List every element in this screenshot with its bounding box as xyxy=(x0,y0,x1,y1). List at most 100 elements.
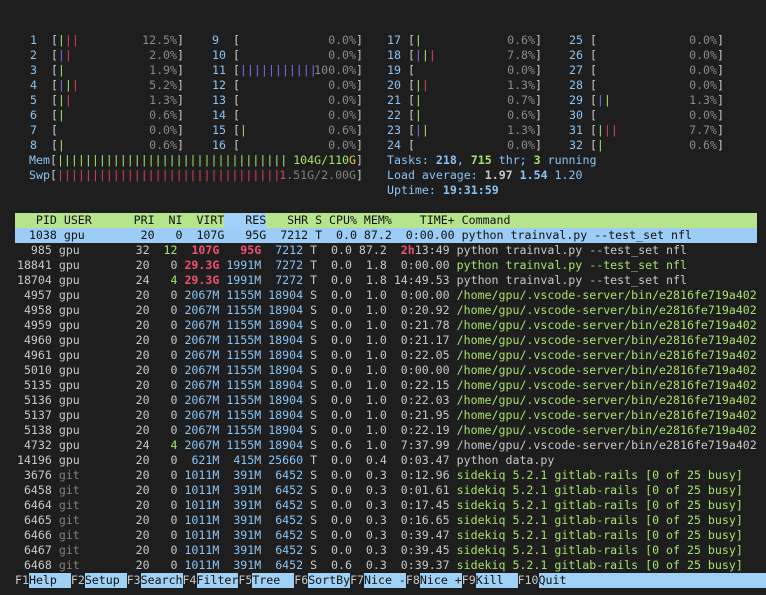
process-row[interactable]: 4959 gpu 20 0 2067M 1155M 18904 S 0.0 1.0 0:21.78 /… xyxy=(10,318,766,333)
cpu-bar: | xyxy=(415,93,507,108)
cpu-bar-segment: | xyxy=(603,93,611,107)
cell-cmd: sidekiq 5.2.1 gitlab-rails [0 of 25 busy… xyxy=(456,543,743,557)
process-row[interactable]: 14196 gpu 20 0 621M 415M 25660 T 0.0 0.4 0:03.47 py… xyxy=(10,453,766,468)
process-row[interactable]: 4957 gpu 20 0 2067M 1155M 18904 S 0.0 1.0 0:00.00 /… xyxy=(10,288,766,303)
cpu-label: 29 xyxy=(569,93,583,107)
cpu-label: 24 xyxy=(387,138,401,152)
fkey-f5[interactable]: F5 xyxy=(238,573,252,588)
fkey-label[interactable]: Search xyxy=(140,573,183,588)
process-row[interactable]: 4958 gpu 20 0 2067M 1155M 18904 S 0.0 1.0 0:20.92 /… xyxy=(10,303,766,318)
cell-cpu: 0.0 xyxy=(331,348,352,362)
fkey-f7[interactable]: F7 xyxy=(350,573,364,588)
cpu-value: 0.0% xyxy=(507,63,536,77)
fkey-f10[interactable]: F10 xyxy=(518,573,539,588)
process-row[interactable]: 6467 git 20 0 1011M 391M 6452 S 0.0 0.3 0:39.45 sid… xyxy=(10,543,766,558)
cell-cpu: 0.0 xyxy=(331,333,352,347)
cell-cmd: python trainval.py --test_set nfl xyxy=(456,273,687,287)
process-row[interactable]: 4960 gpu 20 0 2067M 1155M 18904 S 0.0 1.0 0:21.17 /… xyxy=(10,333,766,348)
fkey-label[interactable]: Help xyxy=(28,573,71,588)
process-row[interactable]: 4732 gpu 24 4 2067M 1155M 18904 S 0.6 1.0 7:37.99 /… xyxy=(10,438,766,453)
cell-ni: 12 xyxy=(163,243,178,257)
cpu-value: 0.0% xyxy=(328,108,357,122)
fkey-label[interactable]: Filter xyxy=(196,573,238,588)
fkey-label[interactable]: Nice - xyxy=(364,573,406,588)
col-shr[interactable]: SHR xyxy=(266,213,308,228)
cell-s: T xyxy=(310,453,318,467)
fkey-f8[interactable]: F8 xyxy=(406,573,420,588)
cell-res: 1155M xyxy=(226,303,262,317)
fkey-f1[interactable]: F1 xyxy=(15,573,29,588)
cell-pri: 20 xyxy=(135,303,150,317)
col-pid[interactable]: PID xyxy=(15,213,57,228)
process-row[interactable]: 985 gpu 32 12 107G 95G 7212 T 0.0 87.2 2h13:49 pyth… xyxy=(10,243,766,258)
cell-pri: 20 xyxy=(135,423,150,437)
fkey-label[interactable]: Setup xyxy=(84,573,127,588)
process-row[interactable]: 5135 gpu 20 0 2067M 1155M 18904 S 0.0 1.0 0:22.15 /… xyxy=(10,378,766,393)
fkey-label[interactable]: SortBy xyxy=(308,573,350,588)
process-row[interactable]: 18841 gpu 20 0 29.3G 1991M 7272 T 0.0 1.8 0:00.00 p… xyxy=(10,258,766,273)
fkey-f3[interactable]: F3 xyxy=(127,573,141,588)
fkey-f2[interactable]: F2 xyxy=(71,573,85,588)
fkey-f4[interactable]: F4 xyxy=(183,573,197,588)
cell-pri: 24 xyxy=(135,273,150,287)
cell-pri: 20 xyxy=(135,483,150,497)
cpu-label: 32 xyxy=(569,138,583,152)
cell-shr: 18904 xyxy=(268,363,304,377)
cell-mem: 1.0 xyxy=(365,348,387,362)
process-row[interactable]: 6466 git 20 0 1011M 391M 6452 S 0.0 0.3 0:39.47 sid… xyxy=(10,528,766,543)
process-row[interactable]: 6468 git 20 0 1011M 391M 6452 S 0.6 0.3 0:39.37 sid… xyxy=(10,558,766,573)
cell-ni: 0 xyxy=(170,258,178,272)
col-cpu[interactable]: CPU% xyxy=(322,213,357,228)
process-row[interactable]: 4961 gpu 20 0 2067M 1155M 18904 S 0.0 1.0 0:22.05 /… xyxy=(10,348,766,363)
cpu-value: 100.0% xyxy=(314,63,357,77)
cpu-bar-segment: | xyxy=(57,138,65,152)
col-user[interactable]: USER xyxy=(57,213,134,228)
process-row[interactable]: 5137 gpu 20 0 2067M 1155M 18904 S 0.0 1.0 0:21.95 /… xyxy=(10,408,766,423)
col-state[interactable]: S xyxy=(308,213,322,228)
col-res[interactable]: RES xyxy=(224,213,267,228)
cpu-value: 1.3% xyxy=(149,93,178,107)
fkey-label[interactable]: Tree xyxy=(252,573,295,588)
swp-used-rest: .51G/2.00G xyxy=(286,168,357,182)
cell-res: 391M xyxy=(233,528,262,542)
cell-shr: 6452 xyxy=(275,513,304,527)
cell-virt: 29.3G xyxy=(184,273,220,287)
cell-res: 1155M xyxy=(226,318,262,332)
cpu-bar-segment: | xyxy=(57,33,65,47)
cpu-meter: 30[0.0%] xyxy=(569,108,724,122)
fkey-f6[interactable]: F6 xyxy=(294,573,308,588)
fkey-label[interactable]: Nice + xyxy=(419,573,462,588)
cell-pri: 20 xyxy=(135,528,150,542)
cell-time: 0:21.78 xyxy=(400,318,450,332)
cpu-value: 0.0% xyxy=(328,48,357,62)
col-pri[interactable]: PRI xyxy=(134,213,155,228)
process-row[interactable]: 1038 gpu 20 0 107G 95G 7212 T 0.0 87.2 0:00.00 pyth… xyxy=(15,228,757,243)
cell-cmd: /home/gpu/.vscode-server/bin/e2816fe719a… xyxy=(456,378,757,392)
fkey-label[interactable]: Kill xyxy=(475,573,518,588)
tasks-summary: Tasks: 218, 715 thr; 3 running xyxy=(387,153,597,167)
col-mem[interactable]: MEM% xyxy=(357,213,392,228)
cell-ni: 0 xyxy=(170,288,178,302)
cpu-label: 7 xyxy=(30,123,37,137)
process-row[interactable]: 5136 gpu 20 0 2067M 1155M 18904 S 0.0 1.0 0:22.03 /… xyxy=(10,393,766,408)
fkey-f9[interactable]: F9 xyxy=(462,573,476,588)
process-row[interactable]: 6458 git 20 0 1011M 391M 6452 S 0.0 0.3 0:01.61 sid… xyxy=(10,483,766,498)
fkey-label[interactable]: Quit xyxy=(538,573,766,588)
cpu-bar: | xyxy=(415,33,507,48)
process-row[interactable]: 18704 gpu 24 4 29.3G 1991M 7272 T 0.0 1.8 14:49.53… xyxy=(10,273,766,288)
col-virt[interactable]: VIRT xyxy=(182,213,224,228)
process-row[interactable]: 6465 git 20 0 1011M 391M 6452 S 0.0 0.3 0:16.65 sid… xyxy=(10,513,766,528)
col-time[interactable]: TIME+ xyxy=(392,213,455,228)
cell-s: S xyxy=(310,393,318,407)
col-command[interactable]: Command xyxy=(455,213,511,228)
cell-s: S xyxy=(310,423,318,437)
cell-virt: 2067M xyxy=(184,333,220,347)
cell-cpu: 0.6 xyxy=(331,558,352,572)
cell-s: T xyxy=(310,273,318,287)
process-row[interactable]: 5010 gpu 20 0 2067M 1155M 18904 S 0.0 1.0 0:00.00 /… xyxy=(10,363,766,378)
process-row[interactable]: 5138 gpu 20 0 2067M 1155M 18904 S 0.0 1.0 0:22.19 /… xyxy=(10,423,766,438)
process-row[interactable]: 6464 git 20 0 1011M 391M 6452 S 0.0 0.3 0:17.45 sid… xyxy=(10,498,766,513)
process-row[interactable]: 3676 git 20 0 1011M 391M 6452 S 0.0 0.3 0:12.96 sid… xyxy=(10,468,766,483)
col-ni[interactable]: NI xyxy=(155,213,183,228)
cell-time: 0:21.95 xyxy=(400,408,450,422)
